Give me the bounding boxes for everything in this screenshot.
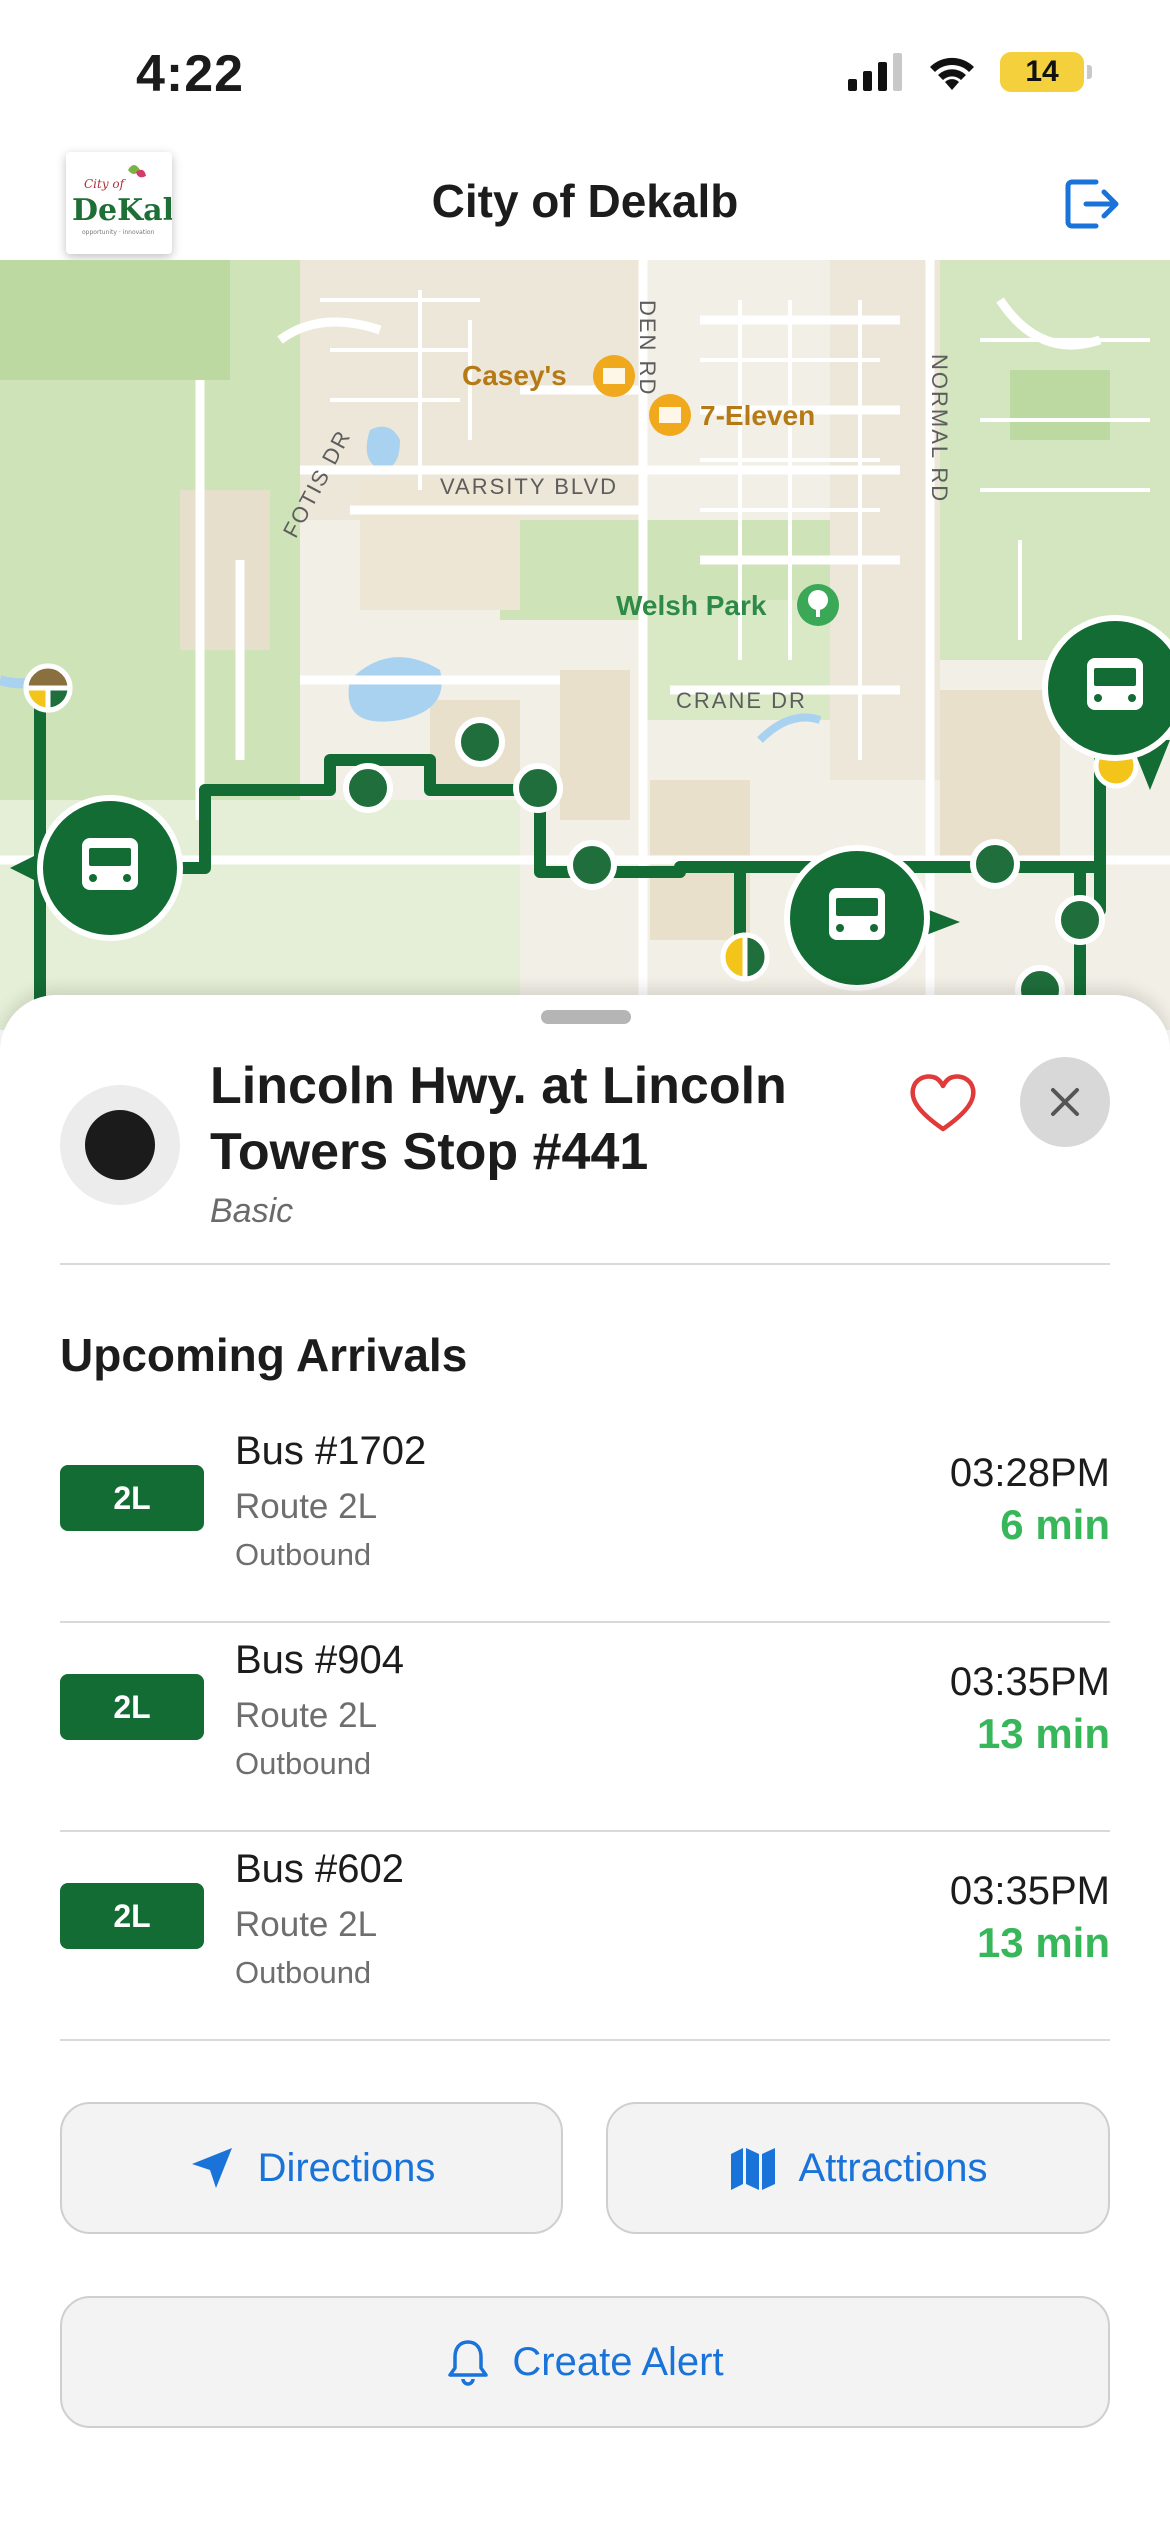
arrival-row[interactable]: 2L Bus #602 Route 2L Outbound 03:35PM 13… xyxy=(60,1835,1110,2043)
street-label: VARSITY BLVD xyxy=(440,474,619,499)
upcoming-arrivals-title: Upcoming Arrivals xyxy=(60,1329,468,1381)
svg-text:opportunity · innovation: opportunity · innovation xyxy=(82,229,155,236)
status-time: 4:22 xyxy=(136,45,245,103)
cellular-signal-icon xyxy=(848,53,902,91)
logout-button[interactable] xyxy=(1060,172,1124,236)
stop-dot-icon xyxy=(85,1110,155,1180)
arrival-row[interactable]: 2L Bus #904 Route 2L Outbound 03:35PM 13… xyxy=(60,1626,1110,1834)
stop-type: Basic xyxy=(210,1192,294,1230)
logout-icon xyxy=(1065,179,1119,229)
stop-detail-sheet: Lincoln Hwy. at Lincoln Towers Stop #441… xyxy=(0,995,1170,2532)
close-icon xyxy=(1051,1088,1079,1116)
bell-icon xyxy=(448,2340,489,2386)
route-badge: 2L xyxy=(60,1465,204,1531)
direction: Outbound xyxy=(235,1537,372,1572)
arrival-time: 03:35PM xyxy=(949,1660,1110,1704)
page-title: City of Dekalb xyxy=(431,175,739,227)
bus-name: Bus #904 xyxy=(235,1638,405,1682)
divider xyxy=(60,1621,1110,1623)
route-name: Route 2L xyxy=(235,1905,378,1944)
divider xyxy=(60,1830,1110,1832)
divider xyxy=(60,2039,1110,2041)
stop-title: Lincoln Hwy. at Lincoln Towers Stop #441 xyxy=(210,1057,787,1181)
arrival-eta: 13 min xyxy=(976,1919,1110,1966)
stop-avatar xyxy=(60,1085,180,1205)
directions-button[interactable]: Directions xyxy=(60,2102,563,2234)
map-canvas xyxy=(0,260,1170,1030)
arrival-row[interactable]: 2L Bus #1702 Route 2L Outbound 03:28PM 6… xyxy=(60,1417,1110,1625)
divider xyxy=(60,1263,1110,1265)
arrival-eta: 6 min xyxy=(1000,1501,1110,1548)
street-label: NORMAL RD xyxy=(927,354,952,504)
direction: Outbound xyxy=(235,1955,372,1990)
arrival-eta: 13 min xyxy=(976,1710,1110,1757)
map-view[interactable]: DEN RD FOTIS DR VARSITY BLVD NORMAL RD C… xyxy=(0,260,1170,1030)
wifi-icon xyxy=(930,57,974,90)
location-arrow-icon xyxy=(191,2148,232,2188)
poi-label-caseys[interactable]: Casey's xyxy=(462,360,567,392)
bus-name: Bus #602 xyxy=(235,1847,405,1891)
route-name: Route 2L xyxy=(235,1487,378,1526)
poi-label-7-eleven[interactable]: 7-Eleven xyxy=(700,400,815,432)
street-label: CRANE DR xyxy=(676,688,807,713)
attractions-button[interactable]: Attractions xyxy=(606,2102,1110,2234)
arrival-time: 03:28PM xyxy=(949,1451,1110,1495)
street-label: DEN RD xyxy=(635,300,660,397)
direction: Outbound xyxy=(235,1746,372,1781)
create-alert-button[interactable]: Create Alert xyxy=(60,2296,1110,2428)
route-name: Route 2L xyxy=(235,1696,378,1735)
sheet-grabber[interactable] xyxy=(541,1010,631,1024)
app-header: City of DeKalb opportunity · innovation … xyxy=(0,150,1170,260)
battery-icon: 14 xyxy=(1000,52,1092,92)
poi-label-welsh-park[interactable]: Welsh Park xyxy=(616,590,766,622)
favorite-button[interactable] xyxy=(907,1067,979,1139)
create-alert-label: Create Alert xyxy=(512,2339,724,2384)
map-icon xyxy=(730,2148,775,2190)
status-bar: 4:22 14 xyxy=(0,0,1170,150)
heart-icon xyxy=(910,1074,976,1132)
attractions-label: Attractions xyxy=(798,2145,988,2190)
close-button[interactable] xyxy=(1020,1057,1110,1147)
bus-name: Bus #1702 xyxy=(235,1429,427,1473)
directions-label: Directions xyxy=(257,2145,436,2190)
arrival-time: 03:35PM xyxy=(949,1869,1110,1913)
status-icons: 14 xyxy=(848,52,1092,92)
route-badge: 2L xyxy=(60,1883,204,1949)
route-badge: 2L xyxy=(60,1674,204,1740)
